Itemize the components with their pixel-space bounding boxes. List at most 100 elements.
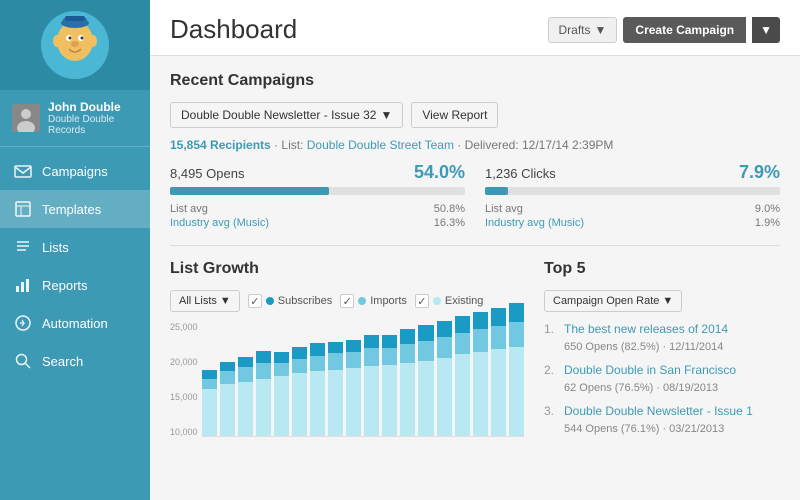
clicks-label: 1,236 Clicks bbox=[485, 166, 556, 181]
bar-group bbox=[491, 308, 506, 436]
top5-content: The best new releases of 2014 650 Opens … bbox=[564, 322, 780, 353]
opens-progress-bg bbox=[170, 187, 465, 195]
campaign-select-button[interactable]: Double Double Newsletter - Issue 32 ▼ bbox=[170, 102, 403, 128]
user-details: John Double Double Double Records bbox=[48, 100, 138, 136]
dashboard-content: Recent Campaigns Double Double Newslette… bbox=[150, 56, 800, 461]
existing-bar bbox=[382, 365, 397, 436]
recent-campaigns-title: Recent Campaigns bbox=[170, 72, 780, 90]
subscribes-checkbox[interactable]: ✓ Subscribes bbox=[248, 294, 332, 308]
opens-pct: 54.0% bbox=[414, 162, 465, 183]
recent-campaigns-section: Recent Campaigns Double Double Newslette… bbox=[170, 72, 780, 231]
existing-bar bbox=[418, 361, 433, 436]
bar-chart-area: 25,000 20,000 15,000 10,000 bbox=[170, 322, 524, 437]
clicks-industry-link[interactable]: Industry avg (Music) bbox=[485, 217, 584, 229]
list-growth-title: List Growth bbox=[170, 260, 524, 278]
top5-link[interactable]: The best new releases of 2014 bbox=[564, 322, 780, 336]
template-icon bbox=[14, 200, 32, 218]
clicks-header: 1,236 Clicks 7.9% bbox=[485, 162, 780, 183]
create-campaign-arrow[interactable]: ▼ bbox=[752, 17, 780, 43]
templates-label: Templates bbox=[42, 202, 101, 217]
subscribes-bar bbox=[400, 329, 415, 344]
mailchimp-logo bbox=[41, 11, 109, 79]
opens-list-avg-label: List avg bbox=[170, 203, 208, 215]
bar-group bbox=[328, 342, 343, 436]
top5-link[interactable]: Double Double in San Francisco bbox=[564, 363, 780, 377]
subscribes-bar bbox=[256, 351, 271, 363]
chevron-down-icon: ▼ bbox=[662, 295, 673, 307]
sidebar-item-automation[interactable]: Automation bbox=[0, 304, 150, 342]
bar-group bbox=[220, 362, 235, 436]
imports-bar bbox=[400, 344, 415, 363]
imports-bar bbox=[509, 322, 524, 347]
top5-item: 1. The best new releases of 2014 650 Ope… bbox=[544, 322, 780, 353]
bar-group bbox=[382, 335, 397, 436]
existing-bar bbox=[310, 371, 325, 436]
create-campaign-button[interactable]: Create Campaign bbox=[623, 17, 746, 43]
opens-industry-link[interactable]: Industry avg (Music) bbox=[170, 217, 269, 229]
opens-progress-fill bbox=[170, 187, 329, 195]
recipients-count: 15,854 Recipients bbox=[170, 138, 271, 152]
existing-bar bbox=[491, 349, 506, 436]
sidebar-item-lists[interactable]: Lists bbox=[0, 228, 150, 266]
bar-group bbox=[256, 351, 271, 436]
clicks-details: List avg 9.0% Industry avg (Music) 1.9% bbox=[485, 203, 780, 229]
imports-bar bbox=[455, 333, 470, 355]
clicks-industry-val: 1.9% bbox=[755, 217, 780, 229]
list-link[interactable]: Double Double Street Team bbox=[307, 138, 454, 152]
campaign-rate-button[interactable]: Campaign Open Rate ▼ bbox=[544, 290, 682, 312]
all-lists-button[interactable]: All Lists ▼ bbox=[170, 290, 240, 312]
top5-content: Double Double in San Francisco 62 Opens … bbox=[564, 363, 780, 394]
existing-bar bbox=[292, 373, 307, 436]
imports-bar bbox=[238, 367, 253, 382]
opens-details: List avg 50.8% Industry avg (Music) 16.3… bbox=[170, 203, 465, 229]
imports-bar bbox=[292, 359, 307, 374]
clicks-pct: 7.9% bbox=[739, 162, 780, 183]
sidebar-item-campaigns[interactable]: Campaigns bbox=[0, 152, 150, 190]
existing-bar bbox=[328, 370, 343, 436]
top5-num: 2. bbox=[544, 363, 558, 394]
drafts-button[interactable]: Drafts ▼ bbox=[548, 17, 618, 43]
sidebar: John Double Double Double Records Campai… bbox=[0, 0, 150, 500]
view-report-button[interactable]: View Report bbox=[411, 102, 498, 128]
imports-bar bbox=[220, 371, 235, 384]
sidebar-navigation: Campaigns Templates Lists Reports Automa… bbox=[0, 147, 150, 385]
automation-label: Automation bbox=[42, 316, 108, 331]
imports-bar bbox=[202, 379, 217, 389]
subscribes-bar bbox=[310, 343, 325, 356]
bar-group bbox=[418, 325, 433, 436]
sidebar-item-templates[interactable]: Templates bbox=[0, 190, 150, 228]
subscribes-dot bbox=[266, 297, 274, 305]
bar-group bbox=[274, 352, 289, 436]
top5-link[interactable]: Double Double Newsletter - Issue 1 bbox=[564, 404, 780, 418]
chevron-down-icon: ▼ bbox=[380, 108, 392, 122]
y-axis-labels: 25,000 20,000 15,000 10,000 bbox=[170, 322, 198, 437]
email-icon bbox=[14, 162, 32, 180]
user-info[interactable]: John Double Double Double Records bbox=[0, 90, 150, 147]
bar-group bbox=[437, 321, 452, 436]
existing-dot bbox=[433, 297, 441, 305]
subscribes-bar bbox=[328, 342, 343, 354]
subscribes-bar bbox=[455, 316, 470, 333]
clicks-list-avg-val: 9.0% bbox=[755, 203, 780, 215]
imports-bar bbox=[310, 356, 325, 372]
existing-bar bbox=[437, 358, 452, 436]
sidebar-item-search[interactable]: Search bbox=[0, 342, 150, 380]
top5-num: 3. bbox=[544, 404, 558, 435]
subscribes-bar bbox=[202, 370, 217, 378]
existing-checkbox[interactable]: ✓ Existing bbox=[415, 294, 484, 308]
clicks-stat: 1,236 Clicks 7.9% List avg 9.0% Industry… bbox=[485, 162, 780, 231]
lists-label: Lists bbox=[42, 240, 69, 255]
imports-checkbox[interactable]: ✓ Imports bbox=[340, 294, 407, 308]
existing-bar bbox=[400, 363, 415, 436]
imports-bar bbox=[256, 363, 271, 379]
sidebar-logo bbox=[0, 0, 150, 90]
sidebar-item-reports[interactable]: Reports bbox=[0, 266, 150, 304]
top5-content: Double Double Newsletter - Issue 1 544 O… bbox=[564, 404, 780, 435]
existing-bar bbox=[364, 366, 379, 436]
top5-controls: Campaign Open Rate ▼ bbox=[544, 290, 780, 312]
y-label-15k: 15,000 bbox=[170, 392, 198, 402]
imports-bar bbox=[274, 363, 289, 377]
existing-bar bbox=[238, 382, 253, 436]
bar-chart bbox=[202, 322, 524, 437]
subscribes-bar bbox=[382, 335, 397, 349]
